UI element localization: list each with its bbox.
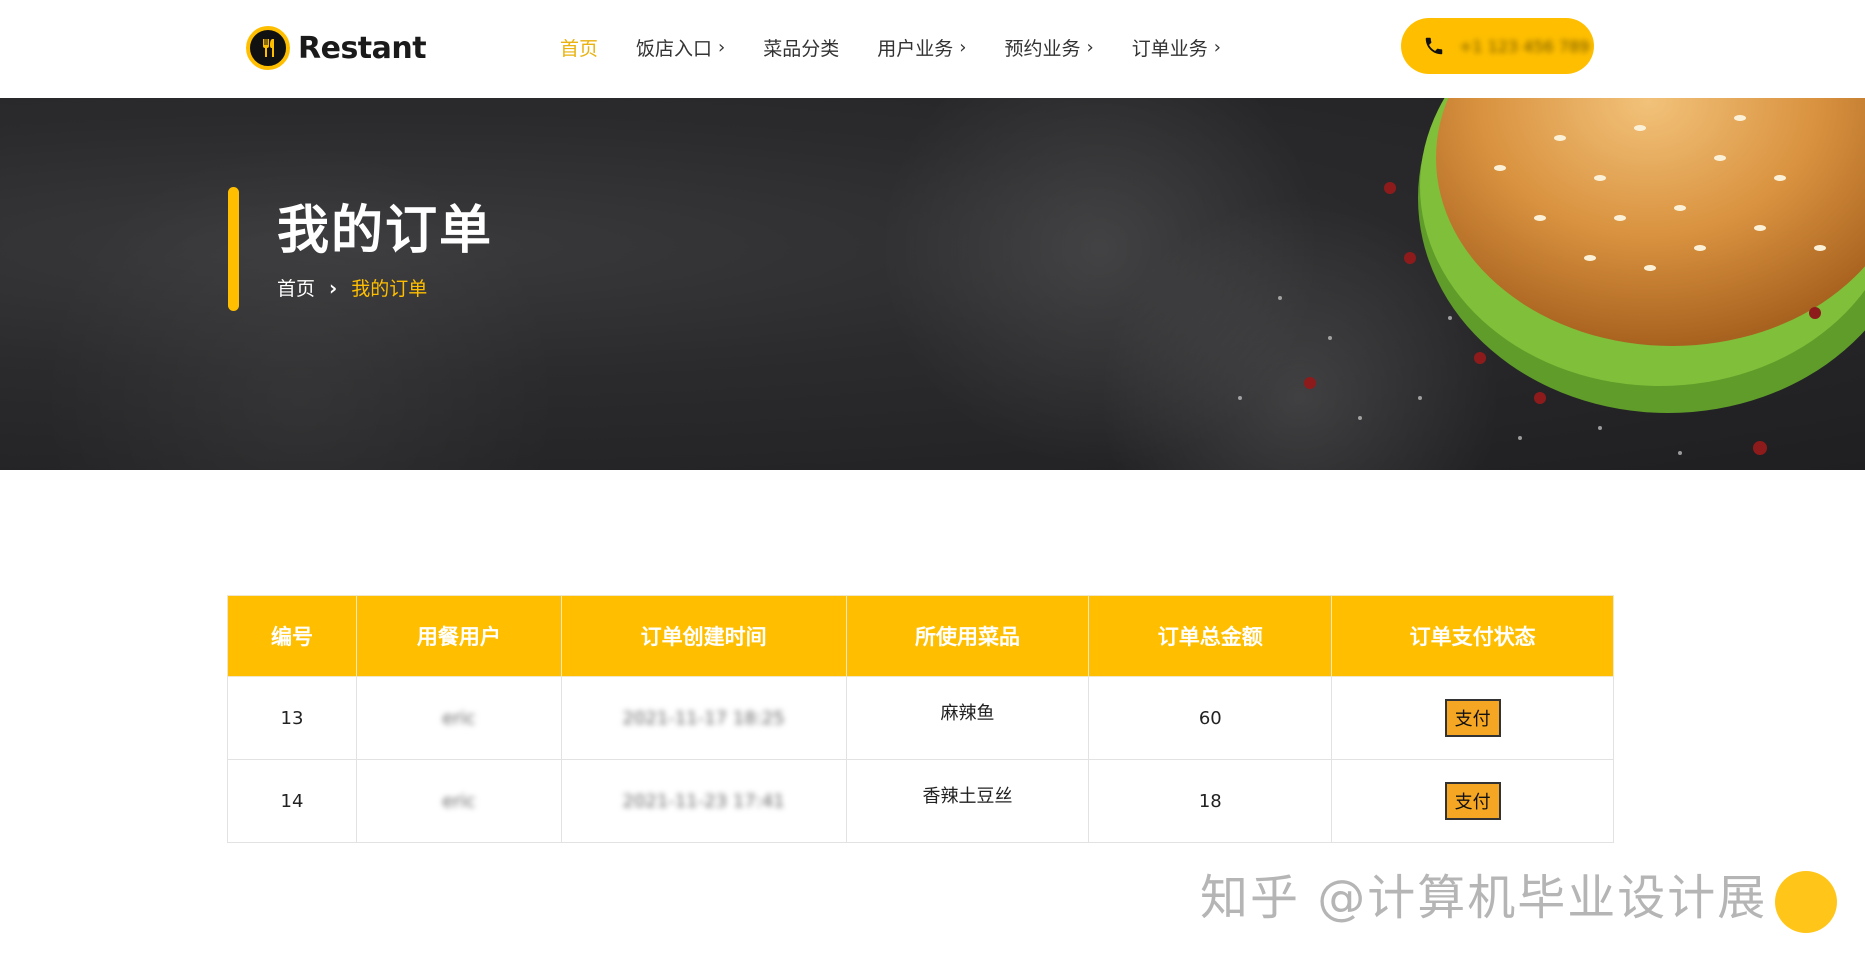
nav-item-label: 订单业务 — [1131, 38, 1208, 60]
phone-number: +1 123 456 789 — [1459, 36, 1590, 56]
nav-item-label: 首页 — [560, 38, 599, 60]
order-created-time: 2021-11-23 17:41 — [560, 759, 847, 843]
nav-item-order-business[interactable]: 订单业务 › — [1132, 34, 1221, 61]
column-header-total: 订单总金额 — [1088, 595, 1333, 677]
orders-table: 编号 用餐用户 订单创建时间 所使用菜品 订单总金额 订单支付状态 13 eri… — [227, 595, 1614, 843]
restaurant-logo-icon — [246, 26, 290, 70]
order-total: 60 — [1088, 676, 1333, 760]
hero-accent-bar — [228, 187, 239, 311]
nav-item-label: 预约业务 — [1004, 38, 1081, 60]
column-header-created: 订单创建时间 — [560, 595, 847, 677]
nav-item-user-business[interactable]: 用户业务 › — [877, 34, 966, 61]
site-header: Restant 首页 饭店入口 › 菜品分类 用户业务 › 预约业务 › 订单业… — [0, 0, 1865, 98]
table-header-row: 编号 用餐用户 订单创建时间 所使用菜品 订单总金额 订单支付状态 — [227, 595, 1614, 677]
chevron-right-icon: › — [1086, 37, 1094, 58]
nav-item-label: 菜品分类 — [763, 38, 840, 60]
main-nav: 首页 饭店入口 › 菜品分类 用户业务 › 预约业务 › 订单业务 › — [560, 34, 1259, 61]
watermark: 知乎 @计算机毕业设计展 — [1200, 870, 1768, 926]
column-header-pay-status: 订单支付状态 — [1331, 595, 1614, 677]
nav-item-label: 用户业务 — [877, 38, 954, 60]
table-row: 13 eric 2021-11-17 18:25 麻辣鱼 60 支付 — [227, 676, 1614, 760]
nav-item-reservation-business[interactable]: 预约业务 › — [1004, 34, 1093, 61]
nav-item-label: 饭店入口 — [636, 38, 713, 60]
page-hero-banner: 我的订单 首页 › 我的订单 — [0, 98, 1865, 470]
brand-logo[interactable]: Restant — [246, 26, 427, 70]
order-pay-status: 支付 — [1331, 676, 1614, 760]
breadcrumb: 首页 › 我的订单 — [277, 274, 427, 301]
order-user: eric — [355, 759, 562, 843]
order-pay-status: 支付 — [1331, 759, 1614, 843]
phone-icon — [1425, 37, 1443, 55]
phone-button[interactable]: +1 123 456 789 — [1401, 18, 1594, 74]
nav-item-restaurant-entry[interactable]: 饭店入口 › — [636, 34, 725, 61]
order-dish: 香辣土豆丝 — [845, 759, 1090, 843]
pay-button[interactable]: 支付 — [1444, 699, 1501, 737]
orders-table-container: 编号 用餐用户 订单创建时间 所使用菜品 订单总金额 订单支付状态 13 eri… — [227, 595, 1614, 843]
brand-name: Restant — [298, 30, 427, 66]
breadcrumb-current: 我的订单 — [351, 278, 428, 300]
chevron-right-icon: › — [1213, 37, 1221, 58]
chevron-right-icon: › — [959, 37, 967, 58]
column-header-user: 用餐用户 — [355, 595, 562, 677]
order-total: 18 — [1088, 759, 1333, 843]
back-to-top-button[interactable] — [1775, 871, 1837, 933]
breadcrumb-home-link[interactable]: 首页 — [277, 274, 315, 301]
order-id: 13 — [227, 676, 357, 760]
pay-button[interactable]: 支付 — [1444, 782, 1501, 820]
column-header-id: 编号 — [227, 595, 357, 677]
chevron-right-icon: › — [329, 275, 338, 300]
page-title: 我的订单 — [277, 200, 494, 261]
order-id: 14 — [227, 759, 357, 843]
table-row: 14 eric 2021-11-23 17:41 香辣土豆丝 18 支付 — [227, 759, 1614, 843]
nav-item-home[interactable]: 首页 — [560, 34, 598, 61]
nav-item-dish-categories[interactable]: 菜品分类 — [763, 34, 839, 61]
order-user: eric — [355, 676, 562, 760]
chevron-right-icon: › — [718, 37, 726, 58]
order-created-time: 2021-11-17 18:25 — [560, 676, 847, 760]
order-dish: 麻辣鱼 — [845, 676, 1090, 760]
column-header-dish: 所使用菜品 — [845, 595, 1090, 677]
